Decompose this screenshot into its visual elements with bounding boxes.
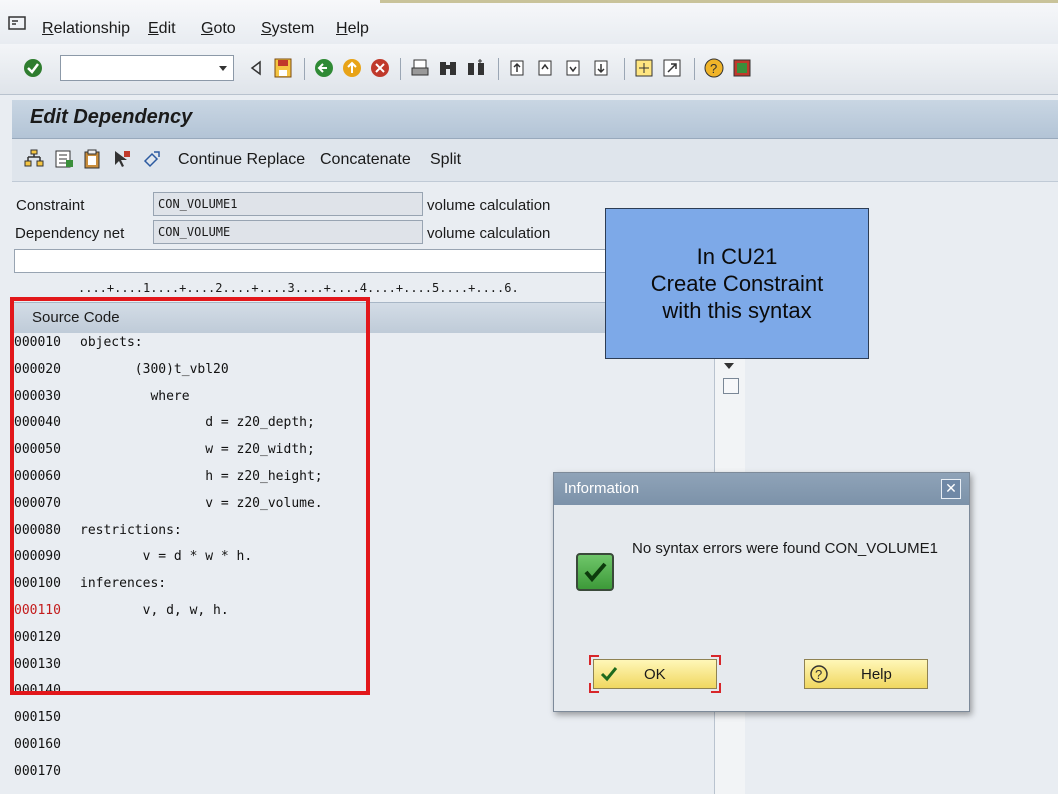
clipboard-icon[interactable]: [82, 149, 102, 169]
exit-button[interactable]: [342, 57, 362, 79]
hierarchy-icon[interactable]: [24, 149, 44, 169]
svg-text:?: ?: [815, 667, 822, 682]
printer-icon: [411, 59, 429, 76]
layout-icon: [733, 59, 751, 77]
menu-relationship[interactable]: Relationship: [42, 20, 130, 38]
information-dialog: Information ✕ No syntax errors were foun…: [553, 472, 970, 712]
continue-replace-button[interactable]: Continue Replace: [178, 151, 305, 169]
replace-icon[interactable]: [142, 149, 162, 169]
highlight-box: [10, 297, 370, 695]
floppy-disk-icon: [274, 58, 292, 78]
svg-text:?: ?: [710, 61, 717, 76]
menu-edit[interactable]: Edit: [148, 20, 176, 38]
close-icon: ✕: [945, 480, 957, 496]
select-cursor-icon[interactable]: [112, 149, 132, 169]
ok-button-label: OK: [644, 666, 666, 683]
back-small-button[interactable]: [246, 57, 266, 79]
toolbar-separator: [694, 58, 695, 80]
toolbar-separator: [624, 58, 625, 80]
success-checkmark-icon: [576, 553, 614, 591]
dependency-net-label: Dependency net: [15, 225, 125, 242]
checkmark-icon: [584, 562, 607, 583]
last-page-button[interactable]: [592, 57, 612, 79]
find-next-button[interactable]: [466, 57, 486, 79]
toolbar-separator: [400, 58, 401, 80]
menu-system[interactable]: System: [261, 20, 314, 38]
chevron-down-icon[interactable]: [216, 61, 230, 75]
enter-button[interactable]: [23, 57, 43, 79]
line-number: 000170: [14, 764, 61, 779]
back-button[interactable]: [314, 57, 334, 79]
menu-help[interactable]: Help: [336, 20, 369, 38]
new-window-icon: [635, 59, 653, 77]
title-band: Edit Dependency: [12, 100, 1058, 139]
help-button[interactable]: ? Help: [804, 659, 928, 689]
standard-toolbar: ?: [0, 44, 1058, 95]
previous-page-icon: [538, 60, 552, 76]
callout-line: In CU21: [696, 244, 778, 269]
checkmark-icon: [24, 59, 42, 77]
line-number: 000150: [14, 710, 61, 725]
help-button-label: Help: [861, 666, 892, 683]
toolbar-separator: [498, 58, 499, 80]
app-menu-icon[interactable]: [8, 16, 26, 30]
dialog-message: No syntax errors were found CON_VOLUME1: [632, 540, 938, 557]
find-button[interactable]: [438, 57, 458, 79]
code-line[interactable]: 000170: [14, 764, 80, 790]
previous-page-button[interactable]: [536, 57, 556, 79]
last-page-icon: [594, 60, 608, 76]
toolbar-separator: [304, 58, 305, 80]
constraint-field[interactable]: CON_VOLUME1: [153, 192, 423, 216]
ok-button[interactable]: OK: [593, 659, 717, 689]
insert-line-icon[interactable]: [54, 149, 74, 169]
new-session-button[interactable]: [634, 57, 654, 79]
shortcut-icon: [663, 59, 681, 77]
checkmark-icon: [600, 667, 618, 682]
annotation-callout: In CU21 Create Constraint with this synt…: [605, 208, 869, 359]
close-button[interactable]: ✕: [941, 479, 961, 499]
menu-goto[interactable]: Goto: [201, 20, 236, 38]
split-button[interactable]: Split: [430, 151, 461, 169]
application-toolbar: Continue Replace Concatenate Split: [12, 139, 1058, 182]
command-field[interactable]: [60, 55, 234, 81]
triangle-left-icon: [250, 60, 261, 76]
dialog-title: Information: [564, 480, 640, 497]
menu-bar: Relationship Edit Goto System Help: [0, 0, 1058, 44]
dependency-net-description: volume calculation: [427, 225, 551, 242]
help-icon: ?: [704, 58, 724, 78]
green-arrow-left-icon: [315, 59, 333, 77]
first-page-icon: [510, 60, 524, 76]
callout-line: with this syntax: [662, 298, 812, 323]
cancel-button[interactable]: [370, 57, 390, 79]
scroll-down-arrow-icon[interactable]: [721, 360, 737, 372]
first-page-button[interactable]: [508, 57, 528, 79]
yellow-arrow-up-icon: [343, 59, 361, 77]
next-page-icon: [566, 60, 580, 76]
shortcut-button[interactable]: [662, 57, 682, 79]
scrollbar-thumb[interactable]: [723, 378, 739, 394]
red-x-icon: [371, 59, 389, 77]
column-ruler: ....+....1....+....2....+....3....+....4…: [78, 281, 519, 295]
dialog-title-bar: Information ✕: [554, 473, 969, 505]
code-line[interactable]: 000150: [14, 710, 80, 736]
save-button[interactable]: [273, 57, 293, 79]
next-page-button[interactable]: [564, 57, 584, 79]
concatenate-button[interactable]: Concatenate: [320, 151, 411, 169]
help-icon: ?: [810, 665, 828, 683]
layout-menu-button[interactable]: [732, 57, 752, 79]
constraint-label: Constraint: [16, 197, 85, 214]
page-title: Edit Dependency: [30, 106, 193, 128]
help-button[interactable]: ?: [704, 57, 724, 79]
callout-line: Create Constraint: [650, 271, 824, 296]
line-number: 000160: [14, 737, 61, 752]
constraint-description: volume calculation: [427, 197, 551, 214]
print-button[interactable]: [410, 57, 430, 79]
code-line[interactable]: 000160: [14, 737, 80, 763]
dependency-net-field[interactable]: CON_VOLUME: [153, 220, 423, 244]
binoculars-plus-icon: [468, 59, 484, 75]
window-top-line: [380, 0, 1058, 3]
binoculars-icon: [440, 62, 456, 75]
